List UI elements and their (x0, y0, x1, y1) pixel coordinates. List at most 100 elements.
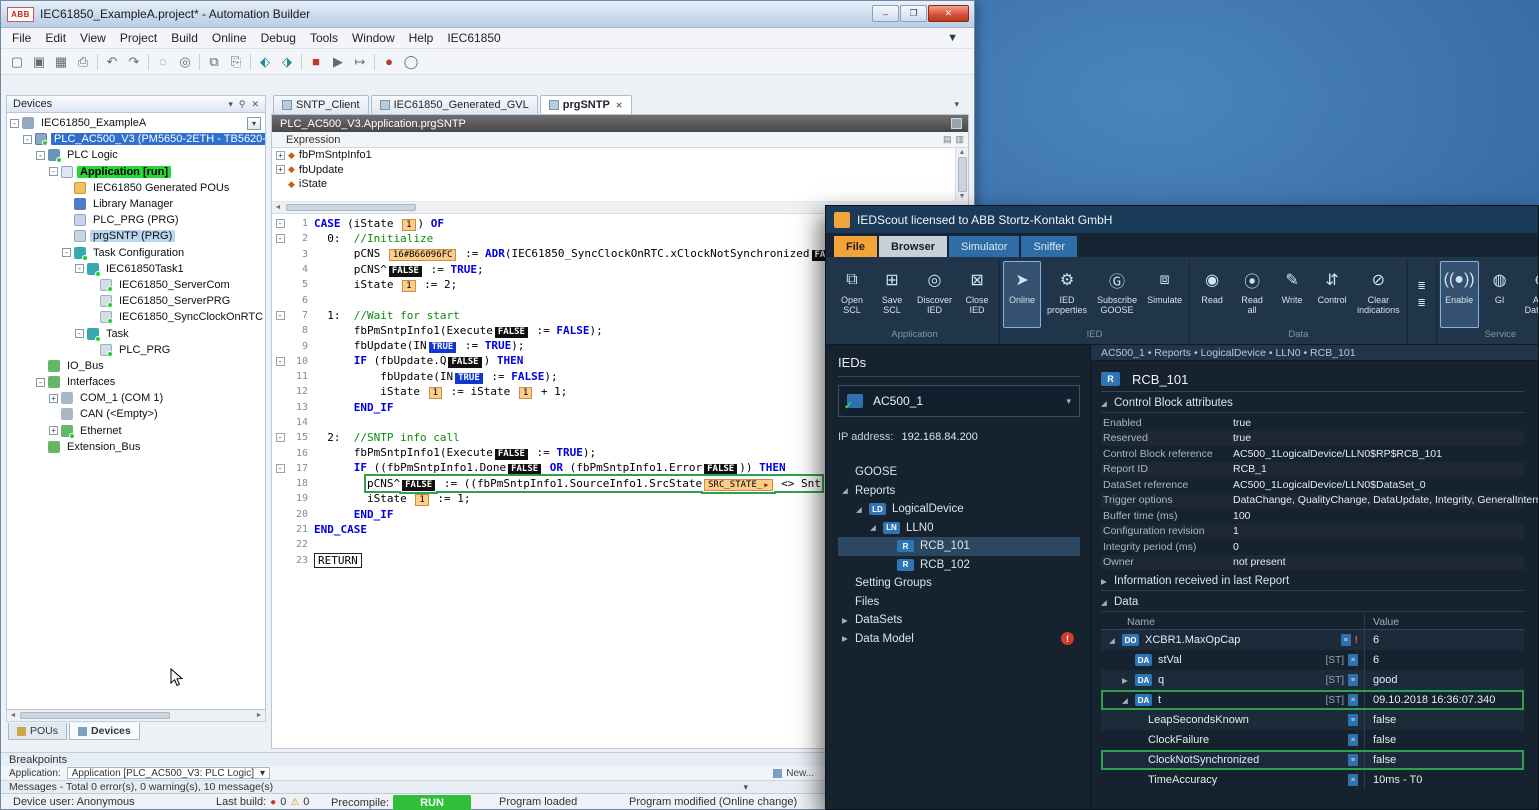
menu-build[interactable]: Build (164, 29, 205, 47)
device-combo-icon[interactable]: ▾ (247, 117, 261, 130)
menu-tools[interactable]: Tools (303, 29, 345, 47)
print-icon[interactable]: ⎙ (75, 54, 91, 70)
tree-item-ethernet[interactable]: +Ethernet (7, 423, 265, 439)
online-button[interactable]: ➤Online (1003, 261, 1041, 328)
close-panel-icon[interactable]: ✕ (251, 99, 259, 110)
fold-icon[interactable]: - (276, 311, 285, 320)
data-row-clockfailure[interactable]: ClockFailurefalse (1101, 730, 1524, 750)
new-project-icon[interactable]: ▢ (9, 54, 25, 70)
collapse-icon[interactable]: - (62, 248, 71, 257)
expander-open-icon[interactable]: ◢ (1122, 696, 1135, 705)
section-information-received[interactable]: ▶ Information received in last Report (1101, 572, 1524, 591)
fold-icon[interactable]: - (276, 357, 285, 366)
editor-panel-icon[interactable] (951, 118, 962, 129)
tree-item-iec61850-generated-pous[interactable]: IEC61850 Generated POUs (7, 180, 265, 196)
expander-closed-icon[interactable]: ▶ (1122, 676, 1135, 685)
menu-iec61850[interactable]: IEC61850 (440, 29, 507, 47)
ied-properties-button[interactable]: ⚙IED properties (1043, 261, 1091, 328)
scroll-thumb[interactable] (20, 712, 170, 719)
maximize-button[interactable]: ❐ (900, 5, 927, 22)
tree-item-iec61850-examplea[interactable]: -IEC61850_ExampleA▾ (7, 115, 265, 131)
menu-project[interactable]: Project (113, 29, 164, 47)
expander-open-icon[interactable]: ◢ (842, 486, 855, 495)
expander-open-icon[interactable]: ◢ (1109, 636, 1122, 645)
online-config-icon[interactable]: ◯ (403, 54, 419, 70)
collapse-icon[interactable]: - (75, 264, 84, 273)
collapse-icon[interactable]: - (75, 329, 84, 338)
open-scl-button[interactable]: ⧉Open SCL (833, 261, 871, 328)
tree-item-task[interactable]: -Task (7, 325, 265, 341)
ab-title-bar[interactable]: ABB IEC61850_ExampleA.project* - Automat… (1, 1, 974, 28)
tab-browser[interactable]: Browser (879, 236, 947, 257)
ied-tree-rcb-102[interactable]: RRCB_102 (838, 556, 1080, 575)
write-button[interactable]: ✎Write (1273, 261, 1311, 328)
column-value[interactable]: Value (1364, 614, 1524, 629)
devices-hscrollbar[interactable]: ◄ ► (6, 710, 266, 722)
ied-selector[interactable]: AC500_1 ▾ (838, 385, 1080, 417)
ied-selector-dropdown-icon[interactable]: ▾ (1066, 396, 1071, 407)
expand-icon[interactable]: + (49, 426, 58, 435)
menu-edit[interactable]: Edit (38, 29, 73, 47)
scroll-left-icon[interactable]: ◄ (272, 204, 284, 211)
menu-file[interactable]: File (5, 29, 38, 47)
devices-panel-header[interactable]: Devices ▾ ⚲ ✕ (6, 95, 266, 113)
tree-item-io-bus[interactable]: IO_Bus (7, 358, 265, 374)
tab-file[interactable]: File (834, 236, 877, 257)
doc-view-icon[interactable]: ▥ (955, 134, 964, 145)
pin-icon[interactable]: ⚲ (239, 99, 246, 110)
find-next-icon[interactable]: ◎ (177, 54, 193, 70)
control-button[interactable]: ⇵Control (1313, 261, 1351, 328)
minimize-button[interactable]: – (872, 5, 899, 22)
tree-item-extension-bus[interactable]: Extension_Bus (7, 439, 265, 455)
tab-list-dropdown-icon[interactable]: ▾ (954, 99, 959, 110)
data-row-timeaccuracy[interactable]: TimeAccuracy10ms - T0 (1101, 770, 1524, 790)
fold-icon[interactable]: - (276, 219, 285, 228)
expander-open-icon[interactable]: ◢ (870, 523, 883, 532)
clear-indications-button[interactable]: ⊘Clear indications (1353, 261, 1404, 328)
expand-icon[interactable]: + (276, 165, 285, 174)
ied-tree-logicaldevice[interactable]: ◢LDLogicalDevice (838, 500, 1080, 519)
tree-item-plc-logic[interactable]: -PLC Logic (7, 147, 265, 163)
new-breakpoint-button[interactable]: New... (773, 768, 814, 779)
save-scl-button[interactable]: ⊞Save SCL (873, 261, 911, 328)
scroll-left-icon[interactable]: ◄ (7, 712, 19, 719)
data-row-q[interactable]: ▶DAq[ST]good (1101, 670, 1524, 690)
data-row-clocknotsynchronized[interactable]: ClockNotSynchronizedfalse (1101, 750, 1524, 770)
tree-item-iec61850-syncclockonrtc[interactable]: IEC61850_SyncClockOnRTC (7, 309, 265, 325)
undo-icon[interactable]: ↶ (104, 54, 120, 70)
tree-item-plc-ac500-v3-pm5650-2eth-tb5620-2et[interactable]: -PLC_AC500_V3 (PM5650-2ETH - TB5620-2ET (7, 131, 265, 147)
generate-icon[interactable]: ⬗ (279, 54, 295, 70)
tab-simulator[interactable]: Simulator (949, 236, 1019, 257)
ied-tree-files[interactable]: Files (838, 593, 1080, 612)
open-project-icon[interactable]: ▣ (31, 54, 47, 70)
tree-item-com-1-com-1[interactable]: +COM_1 (COM 1) (7, 390, 265, 406)
ied-title-bar[interactable]: IEDScout licensed to ABB Stortz-Kontakt … (826, 206, 1538, 233)
tree-item-plc-prg-prg[interactable]: PLC_PRG (PRG) (7, 212, 265, 228)
data-row-t[interactable]: ◢DAt[ST]09.10.2018 16:36:07.340 (1101, 690, 1524, 710)
data-row-xcbr1-maxopcap[interactable]: ◢DOXCBR1.MaxOpCap!6 (1101, 630, 1524, 650)
filter-icon[interactable]: ▼ (947, 32, 958, 44)
collapse-icon[interactable]: - (49, 167, 58, 176)
gi-button[interactable]: ◍GI (1481, 261, 1519, 328)
tree-item-interfaces[interactable]: -Interfaces (7, 374, 265, 390)
ied-tree-goose[interactable]: GOOSE (838, 463, 1080, 482)
paste-icon[interactable]: ⎘ (228, 54, 244, 70)
build-icon[interactable]: ⬖ (257, 54, 273, 70)
start-icon[interactable]: ▶ (330, 54, 346, 70)
tree-item-can-empty[interactable]: CAN (<Empty>) (7, 406, 265, 422)
watch-vscrollbar[interactable]: ▲ ▼ (955, 148, 968, 201)
expander-closed-icon[interactable]: ▶ (842, 616, 855, 625)
breakpoint-icon[interactable]: ● (381, 54, 397, 69)
data-row-leapsecondsknown[interactable]: LeapSecondsKnownfalse (1101, 710, 1524, 730)
tab-iec61850-generated-gvl[interactable]: IEC61850_Generated_GVL (371, 95, 538, 114)
section-control-block-attributes[interactable]: ◢ Control Block attributes (1101, 394, 1524, 413)
menu-help[interactable]: Help (402, 29, 441, 47)
scroll-thumb[interactable] (958, 157, 967, 192)
watch-expression-fbpmsntpinfo1[interactable]: +◆fbPmSntpInfo1 (272, 148, 968, 163)
tree-item-iec61850-serverprg[interactable]: IEC61850_ServerPRG (7, 293, 265, 309)
tab-close-icon[interactable]: ✕ (616, 101, 623, 110)
collapse-icon[interactable]: - (36, 378, 45, 387)
copy-icon[interactable]: ⧉ (206, 54, 222, 70)
save-icon[interactable]: ▦ (53, 54, 69, 70)
fold-icon[interactable]: - (276, 464, 285, 473)
